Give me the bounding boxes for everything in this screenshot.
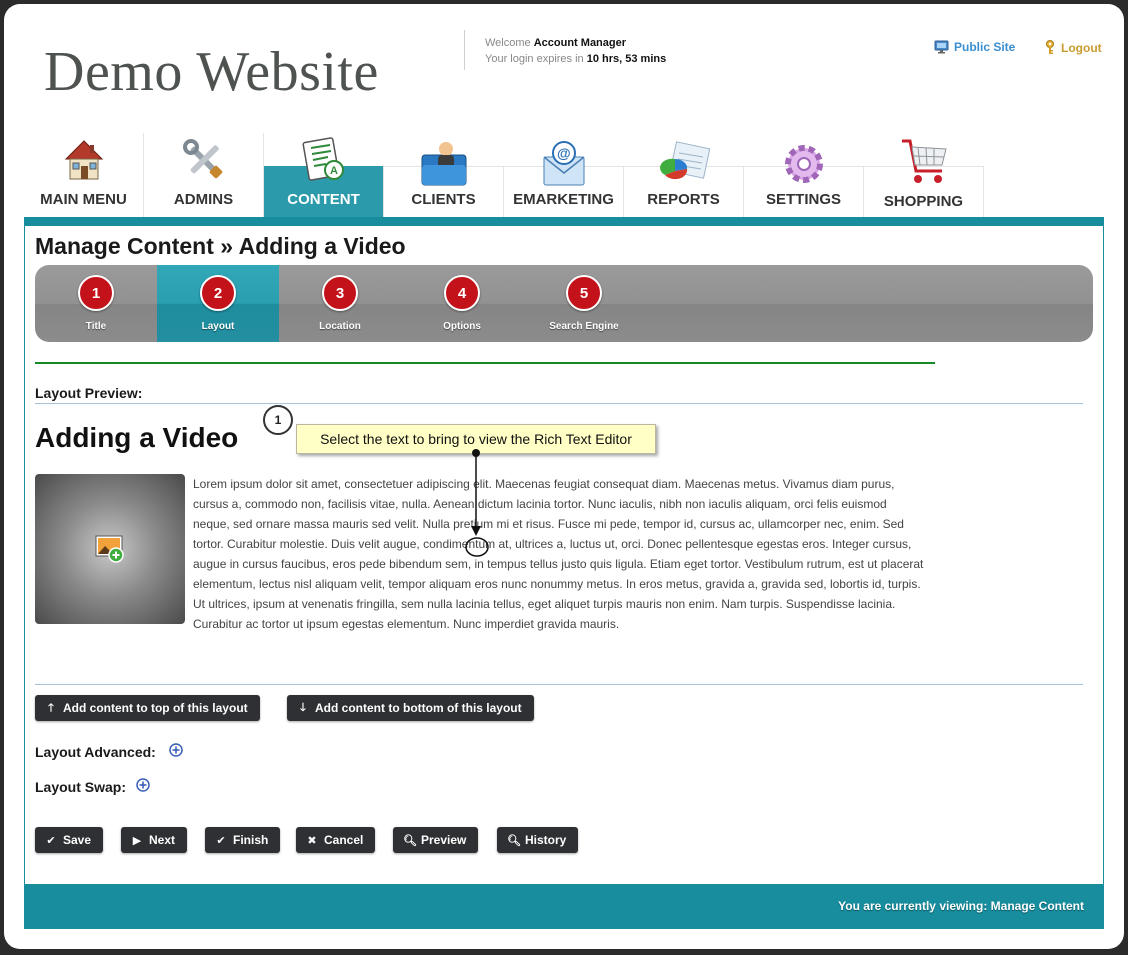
user-name: Account Manager <box>533 37 627 49</box>
tab-emarketing[interactable]: @ EMARKETING <box>504 141 624 217</box>
callout-number: 1 <box>263 405 293 435</box>
welcome-prefix: Welcome <box>485 37 531 49</box>
step-label: Title <box>85 321 107 332</box>
section-divider <box>35 362 935 364</box>
expires-prefix: Your login expires in <box>485 53 584 65</box>
step-number: 5 <box>566 275 602 311</box>
step-location[interactable]: 3 Location <box>279 265 401 342</box>
tab-label: CLIENTS <box>411 191 476 208</box>
preview-top-rule <box>35 403 1083 404</box>
step-search-engine[interactable]: 5 Search Engine <box>523 265 645 342</box>
email-icon: @ <box>543 141 584 186</box>
body-paragraph[interactable]: Lorem ipsum dolor sit amet, consectetuer… <box>193 477 923 631</box>
main-nav-tabs: MAIN MENU ADMINS A CONTENT CLIENTS @ EMA… <box>24 133 984 217</box>
pie-chart-icon <box>659 141 710 180</box>
tab-main-menu[interactable]: MAIN MENU <box>24 133 144 217</box>
tab-content[interactable]: A CONTENT <box>264 137 384 217</box>
step-label: Search Engine <box>549 321 619 332</box>
document-icon: A <box>301 137 344 181</box>
expand-advanced-plus-icon[interactable] <box>169 743 183 757</box>
check-icon: ✔ <box>216 834 226 847</box>
arrow-up-icon: 🡑 <box>48 701 54 714</box>
close-icon: ✖ <box>307 834 317 847</box>
image-placeholder[interactable] <box>35 474 185 624</box>
preview-bottom-rule <box>35 684 1083 685</box>
next-button[interactable]: ▶ Next <box>121 827 188 853</box>
key-icon <box>1046 40 1054 54</box>
footer-status: You are currently viewing: Manage Conten… <box>838 899 1084 913</box>
site-logo: Demo Website <box>44 41 379 103</box>
tab-shopping[interactable]: SHOPPING <box>864 139 984 217</box>
public-site-label: Public Site <box>954 40 1016 54</box>
tab-reports[interactable]: REPORTS <box>624 141 744 217</box>
logout-link[interactable]: Logout <box>1044 40 1102 55</box>
magnifier-icon: 🔍︎ <box>507 834 521 847</box>
tab-admins[interactable]: ADMINS <box>144 133 264 217</box>
add-image-icon <box>95 535 124 563</box>
callout-tooltip: Select the text to bring to view the Ric… <box>296 424 656 454</box>
header-divider <box>464 30 465 70</box>
gear-icon <box>784 145 823 183</box>
add-top-label: Add content to top of this layout <box>63 701 248 715</box>
layout-preview-label: Layout Preview: <box>35 385 143 401</box>
page-title: Manage Content » Adding a Video <box>35 233 406 259</box>
expand-swap-plus-icon[interactable] <box>136 778 150 792</box>
history-label: History <box>525 833 567 847</box>
tab-label: EMARKETING <box>513 191 614 208</box>
finish-label: Finish <box>233 833 269 847</box>
step-number: 4 <box>444 275 480 311</box>
step-layout[interactable]: 2 Layout <box>157 265 279 342</box>
check-icon: ✔ <box>46 834 56 847</box>
add-content-bottom-button[interactable]: 🡓 Add content to bottom of this layout <box>287 695 534 721</box>
wizard-steps: 1 Title 2 Layout 3 Location 4 Options 5 … <box>35 265 1093 342</box>
magnifier-icon: 🔍︎ <box>403 834 417 847</box>
step-title[interactable]: 1 Title <box>35 265 157 342</box>
step-number: 2 <box>200 275 236 311</box>
tab-label: SETTINGS <box>765 191 841 208</box>
tab-label: SHOPPING <box>883 193 964 210</box>
expires-value: 10 hrs, 53 mins <box>586 53 667 65</box>
tab-label: ADMINS <box>173 191 234 208</box>
play-icon: ▶ <box>132 834 142 847</box>
next-label: Next <box>149 833 176 847</box>
layout-advanced-label: Layout Advanced: <box>35 744 156 760</box>
finish-button[interactable]: ✔ Finish <box>205 827 281 853</box>
client-folder-icon <box>421 142 466 186</box>
step-label: Layout <box>201 321 235 332</box>
tab-clients[interactable]: CLIENTS <box>384 142 504 217</box>
history-button[interactable]: 🔍︎ History <box>497 827 579 853</box>
footer-bar: You are currently viewing: Manage Conten… <box>24 884 1104 929</box>
add-content-top-button[interactable]: 🡑 Add content to top of this layout <box>35 695 260 721</box>
house-icon <box>64 140 103 180</box>
step-options[interactable]: 4 Options <box>401 265 523 342</box>
tools-icon <box>182 139 222 179</box>
layout-swap-label: Layout Swap: <box>35 779 127 795</box>
tab-label: MAIN MENU <box>40 191 127 208</box>
cancel-label: Cancel <box>324 833 364 847</box>
step-label: Location <box>319 321 361 332</box>
preview-label: Preview <box>421 833 467 847</box>
step-number: 1 <box>78 275 114 311</box>
logout-label: Logout <box>1061 40 1102 55</box>
add-bottom-label: Add content to bottom of this layout <box>315 701 522 715</box>
shopping-cart-icon <box>901 139 947 183</box>
welcome-info: Welcome Account Manager Your login expir… <box>485 35 666 67</box>
preview-heading[interactable]: Adding a Video <box>35 422 238 454</box>
public-site-link[interactable]: Public Site <box>934 40 1015 54</box>
tab-label: CONTENT <box>287 191 360 208</box>
arrow-down-icon: 🡓 <box>300 701 306 714</box>
save-button[interactable]: ✔ Save <box>35 827 104 853</box>
save-label: Save <box>63 833 92 847</box>
cancel-button[interactable]: ✖ Cancel <box>296 827 376 853</box>
svg-text:A: A <box>330 165 338 177</box>
monitor-icon <box>934 40 949 54</box>
preview-button[interactable]: 🔍︎ Preview <box>393 827 479 853</box>
step-label: Options <box>443 321 481 332</box>
step-number: 3 <box>322 275 358 311</box>
tab-underline-bar <box>24 217 1104 226</box>
svg-text:@: @ <box>557 145 571 161</box>
tab-settings[interactable]: SETTINGS <box>744 145 864 217</box>
tab-label: REPORTS <box>647 191 720 208</box>
